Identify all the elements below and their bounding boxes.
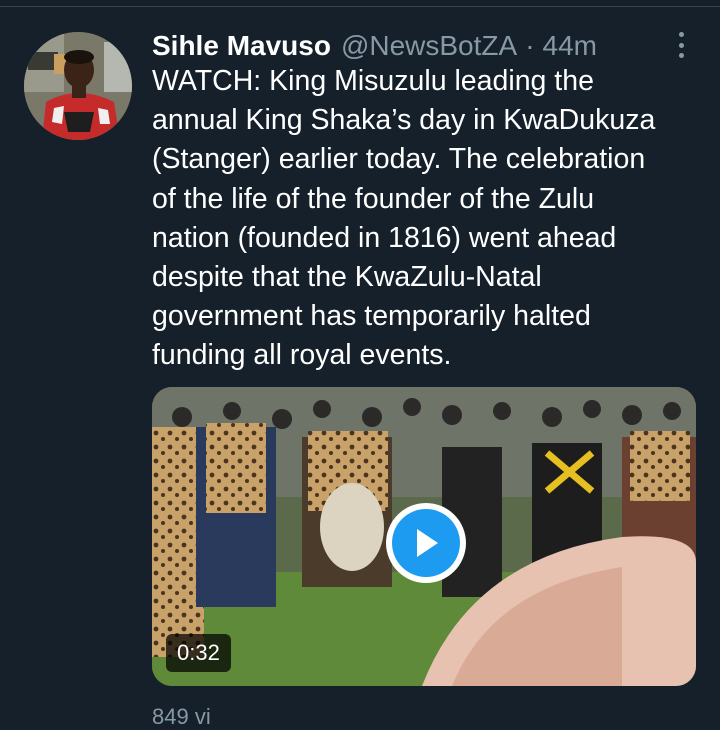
tweet-timestamp[interactable]: 44m	[543, 26, 597, 66]
separator-dot: ·	[525, 30, 535, 61]
view-count: 849 vi	[152, 704, 211, 729]
avatar[interactable]	[24, 32, 132, 140]
video-duration-badge: 0:32	[166, 634, 231, 672]
avatar-photo	[24, 32, 132, 140]
tweet-text: WATCH: King Misuzulu leading the annual …	[152, 65, 656, 372]
play-button[interactable]	[386, 503, 466, 583]
tweet-header: Sihle Mavuso @NewsBotZA · 44m	[152, 26, 597, 66]
vertical-ellipsis-icon[interactable]	[670, 30, 692, 60]
author-handle[interactable]: @NewsBotZA	[341, 26, 517, 66]
author-name[interactable]: Sihle Mavuso	[152, 26, 331, 66]
divider	[0, 6, 720, 7]
play-icon	[392, 509, 460, 577]
